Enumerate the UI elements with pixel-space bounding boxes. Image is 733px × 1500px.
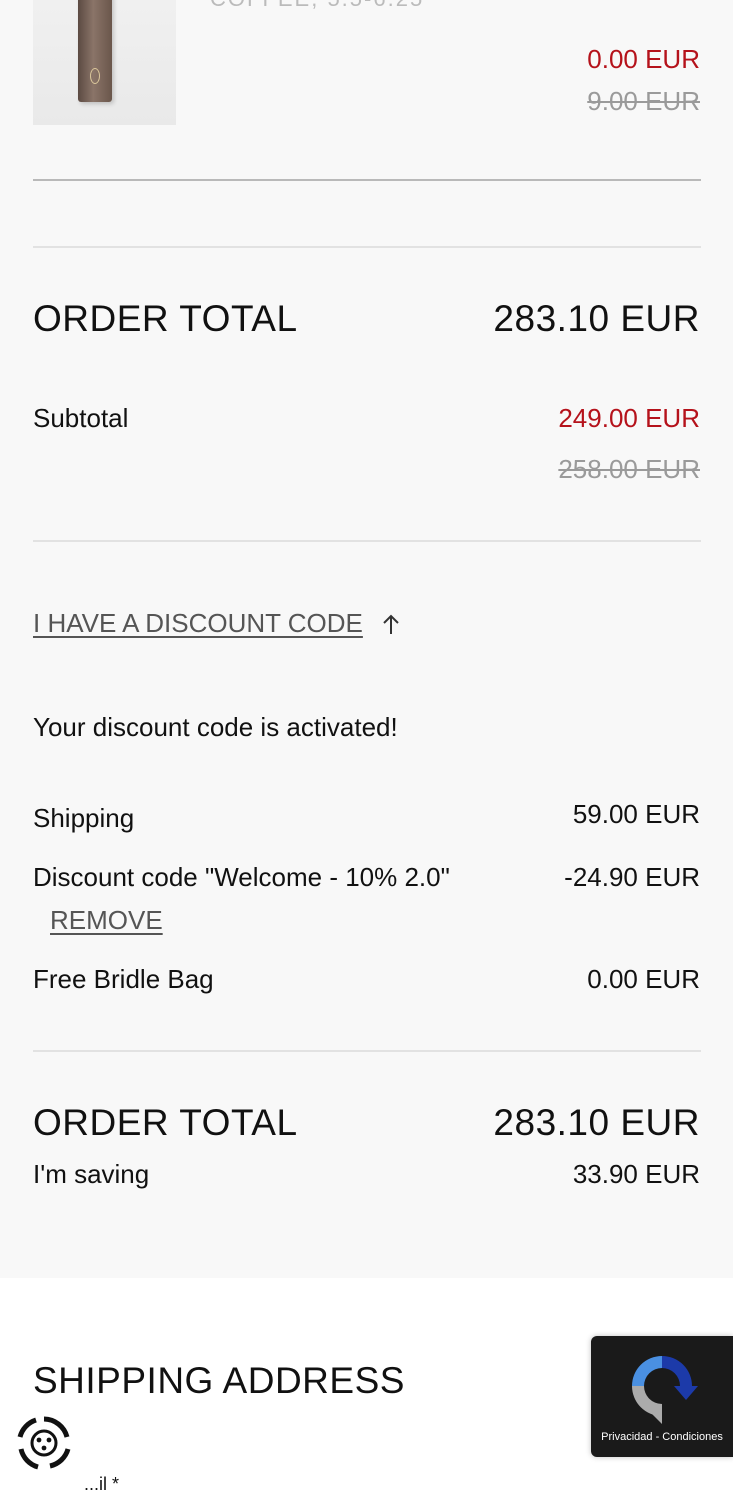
accessibility-widget-icon[interactable] <box>14 1413 74 1473</box>
recaptcha-icon <box>624 1348 700 1424</box>
saving-value: 33.90 EUR <box>572 1159 700 1189</box>
recaptcha-badge[interactable]: Privacidad - Condiciones <box>591 1336 733 1457</box>
discount-code-label: Discount code "Welcome - 10% 2.0" <box>33 862 450 892</box>
discount-code-value: -24.90 EUR <box>564 862 700 892</box>
gift-value: 0.00 EUR <box>587 964 700 994</box>
shipping-value: 59.00 EUR <box>572 799 700 829</box>
product-thumbnail[interactable] <box>33 0 176 125</box>
saving-label: I'm saving <box>33 1159 150 1189</box>
discount-toggle-label[interactable]: I HAVE A DISCOUNT CODE <box>33 608 363 639</box>
divider <box>33 246 701 248</box>
shipping-address-title: SHIPPING ADDRESS <box>33 1360 405 1401</box>
divider <box>33 179 701 181</box>
discount-toggle[interactable]: I HAVE A DISCOUNT CODE <box>33 608 401 639</box>
discount-activated-message: Your discount code is activated! <box>33 712 398 742</box>
email-field-label: ...il * <box>84 1474 120 1494</box>
shipping-label: Shipping <box>33 803 135 833</box>
product-original-price: 9.00 EUR <box>587 86 700 116</box>
order-total-label: ORDER TOTAL <box>33 1102 298 1143</box>
divider <box>33 540 701 542</box>
remove-discount-button[interactable]: REMOVE <box>50 905 163 936</box>
recaptcha-links[interactable]: Privacidad - Condiciones <box>591 1431 733 1443</box>
bridle-strap-image <box>78 0 112 102</box>
order-total-label: ORDER TOTAL <box>33 298 298 339</box>
subtotal-sale: 249.00 EUR <box>558 403 700 433</box>
subtotal-label: Subtotal <box>33 403 129 433</box>
subtotal-original: 258.00 EUR <box>558 454 700 484</box>
product-sale-price: 0.00 EUR <box>587 44 700 74</box>
order-total-value: 283.10 EUR <box>493 1102 700 1143</box>
product-variant-label: COFFEE, 5.5-6.25 <box>210 0 424 12</box>
arrow-up-icon[interactable] <box>381 612 401 636</box>
gift-label: Free Bridle Bag <box>33 964 214 994</box>
order-total-value: 283.10 EUR <box>493 298 700 339</box>
divider <box>33 1050 701 1052</box>
